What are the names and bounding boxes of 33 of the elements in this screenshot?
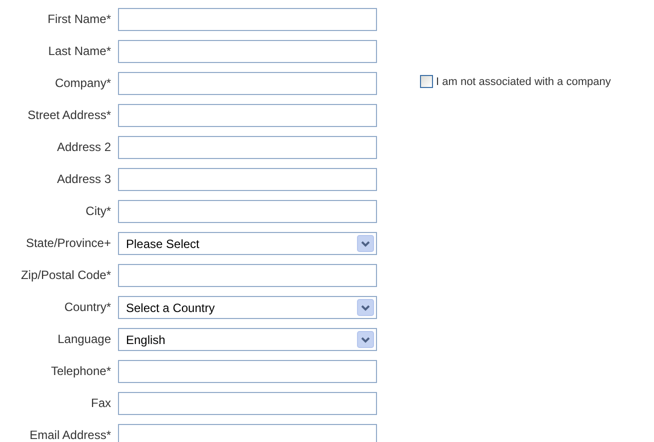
input-field[interactable] (118, 72, 377, 95)
field-label: Zip/Postal Code* (20, 267, 111, 282)
field-label: Address 2 (56, 139, 111, 154)
field-label: Fax (90, 395, 111, 410)
field-label: City* (86, 203, 111, 218)
input-field[interactable] (118, 200, 377, 223)
field-label: State/Province+ (26, 235, 111, 250)
input-field[interactable] (118, 424, 377, 442)
chevron-down-icon[interactable] (357, 331, 374, 348)
field-label: Email Address* (30, 427, 111, 442)
input-field[interactable] (118, 8, 377, 31)
field-label: Language (58, 331, 111, 346)
field-label: Telephone* (50, 363, 111, 378)
field-label: First Name* (48, 11, 111, 26)
dropdown[interactable]: Select a Country (118, 296, 377, 319)
field-label: Street Address* (28, 107, 111, 122)
chevron-down-icon[interactable] (357, 235, 374, 252)
checkbox[interactable] (420, 75, 433, 88)
input-field[interactable] (118, 104, 377, 127)
field-label: Company* (54, 75, 111, 90)
input-field[interactable] (118, 168, 377, 191)
input-field[interactable] (118, 392, 377, 415)
input-field[interactable] (118, 360, 377, 383)
chevron-down-icon[interactable] (357, 299, 374, 316)
input-field[interactable] (118, 40, 377, 63)
field-label: Address 3 (56, 171, 111, 186)
field-label: Last Name* (48, 43, 111, 58)
checkbox-label: I am not associated with a company (436, 76, 611, 88)
input-field[interactable] (118, 264, 377, 287)
dropdown[interactable]: English (118, 328, 377, 351)
dropdown[interactable]: Please Select (118, 232, 377, 255)
input-field[interactable] (118, 136, 377, 159)
field-label: Country* (64, 299, 111, 314)
